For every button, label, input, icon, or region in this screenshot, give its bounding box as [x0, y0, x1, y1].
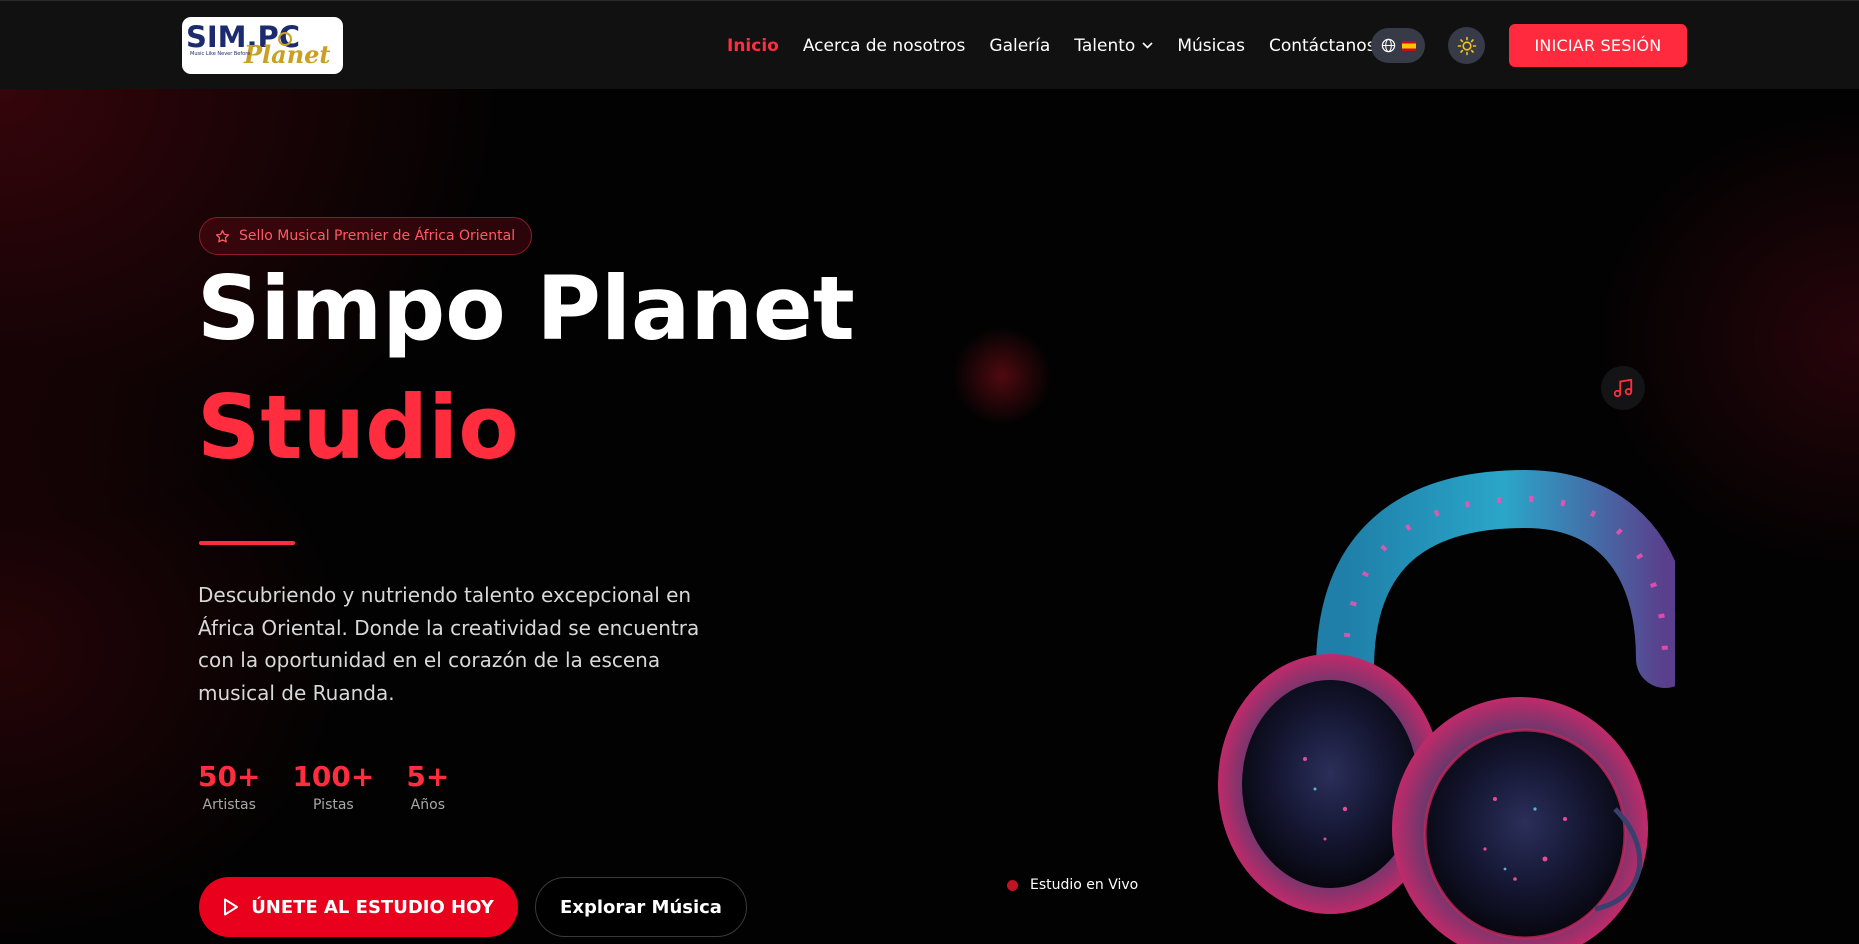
play-icon [223, 898, 239, 916]
join-studio-label: ÚNETE AL ESTUDIO HOY [251, 896, 494, 918]
stat-value: 100+ [292, 760, 375, 793]
chevron-down-icon [1142, 42, 1153, 49]
nav-item-galeria[interactable]: Galería [989, 36, 1050, 56]
main-nav: Inicio Acerca de nosotros Galería Talent… [727, 1, 1400, 90]
nav-item-talento-label: Talento [1074, 35, 1136, 56]
join-studio-button[interactable]: ÚNETE AL ESTUDIO HOY [199, 877, 518, 937]
navbar: SIM.PC Planet Music Like Never Before In… [0, 0, 1859, 89]
explore-music-button[interactable]: Explorar Música [535, 877, 747, 937]
nav-item-musicas[interactable]: Músicas [1177, 36, 1245, 56]
stat-value: 50+ [198, 760, 261, 793]
stat-tracks: 100+ Pistas [292, 760, 374, 815]
star-icon [215, 229, 230, 244]
live-indicator: Estudio en Vivo [1007, 877, 1138, 893]
stat-years: 5+ Años [406, 760, 449, 815]
live-dot-icon [1007, 879, 1018, 891]
hero-title-line1: Simpo Planet [197, 257, 855, 360]
stat-artists: 50+ Artistas [198, 760, 260, 815]
nav-item-acerca[interactable]: Acerca de nosotros [803, 36, 966, 56]
logo-tagline: Music Like Never Before [190, 51, 250, 57]
spain-flag-icon [1401, 40, 1416, 51]
hero-stats: 50+ Artistas 100+ Pistas 5+ Años [198, 760, 481, 815]
ambient-glow [952, 326, 1052, 426]
music-note-button[interactable] [1601, 366, 1645, 410]
login-button[interactable]: INICIAR SESIÓN [1509, 24, 1687, 67]
headphones-illustration [1218, 469, 1675, 944]
nav-item-talento[interactable]: Talento [1074, 36, 1153, 56]
nav-item-contactanos[interactable]: Contáctanos [1269, 36, 1376, 56]
title-underline [199, 541, 295, 545]
stat-label: Artistas [202, 797, 256, 813]
theme-toggle[interactable] [1448, 27, 1485, 64]
nav-item-inicio[interactable]: Inicio [727, 36, 779, 56]
hero-description: Descubriendo y nutriendo talento excepci… [198, 583, 700, 705]
stat-label: Años [410, 797, 445, 813]
hero-section: Sello Musical Premier de África Oriental… [0, 89, 1859, 944]
sun-icon [1457, 36, 1477, 56]
globe-icon [1381, 38, 1396, 53]
stat-label: Pistas [313, 797, 354, 813]
stat-value: 5+ [406, 760, 450, 793]
hero-title-line2: Studio [197, 376, 519, 479]
language-switcher[interactable] [1371, 28, 1425, 63]
hero-badge-text: Sello Musical Premier de África Oriental [239, 228, 516, 244]
live-label: Estudio en Vivo [1030, 877, 1139, 893]
logo[interactable]: SIM.PC Planet Music Like Never Before [182, 17, 343, 74]
music-note-icon [1612, 377, 1634, 399]
